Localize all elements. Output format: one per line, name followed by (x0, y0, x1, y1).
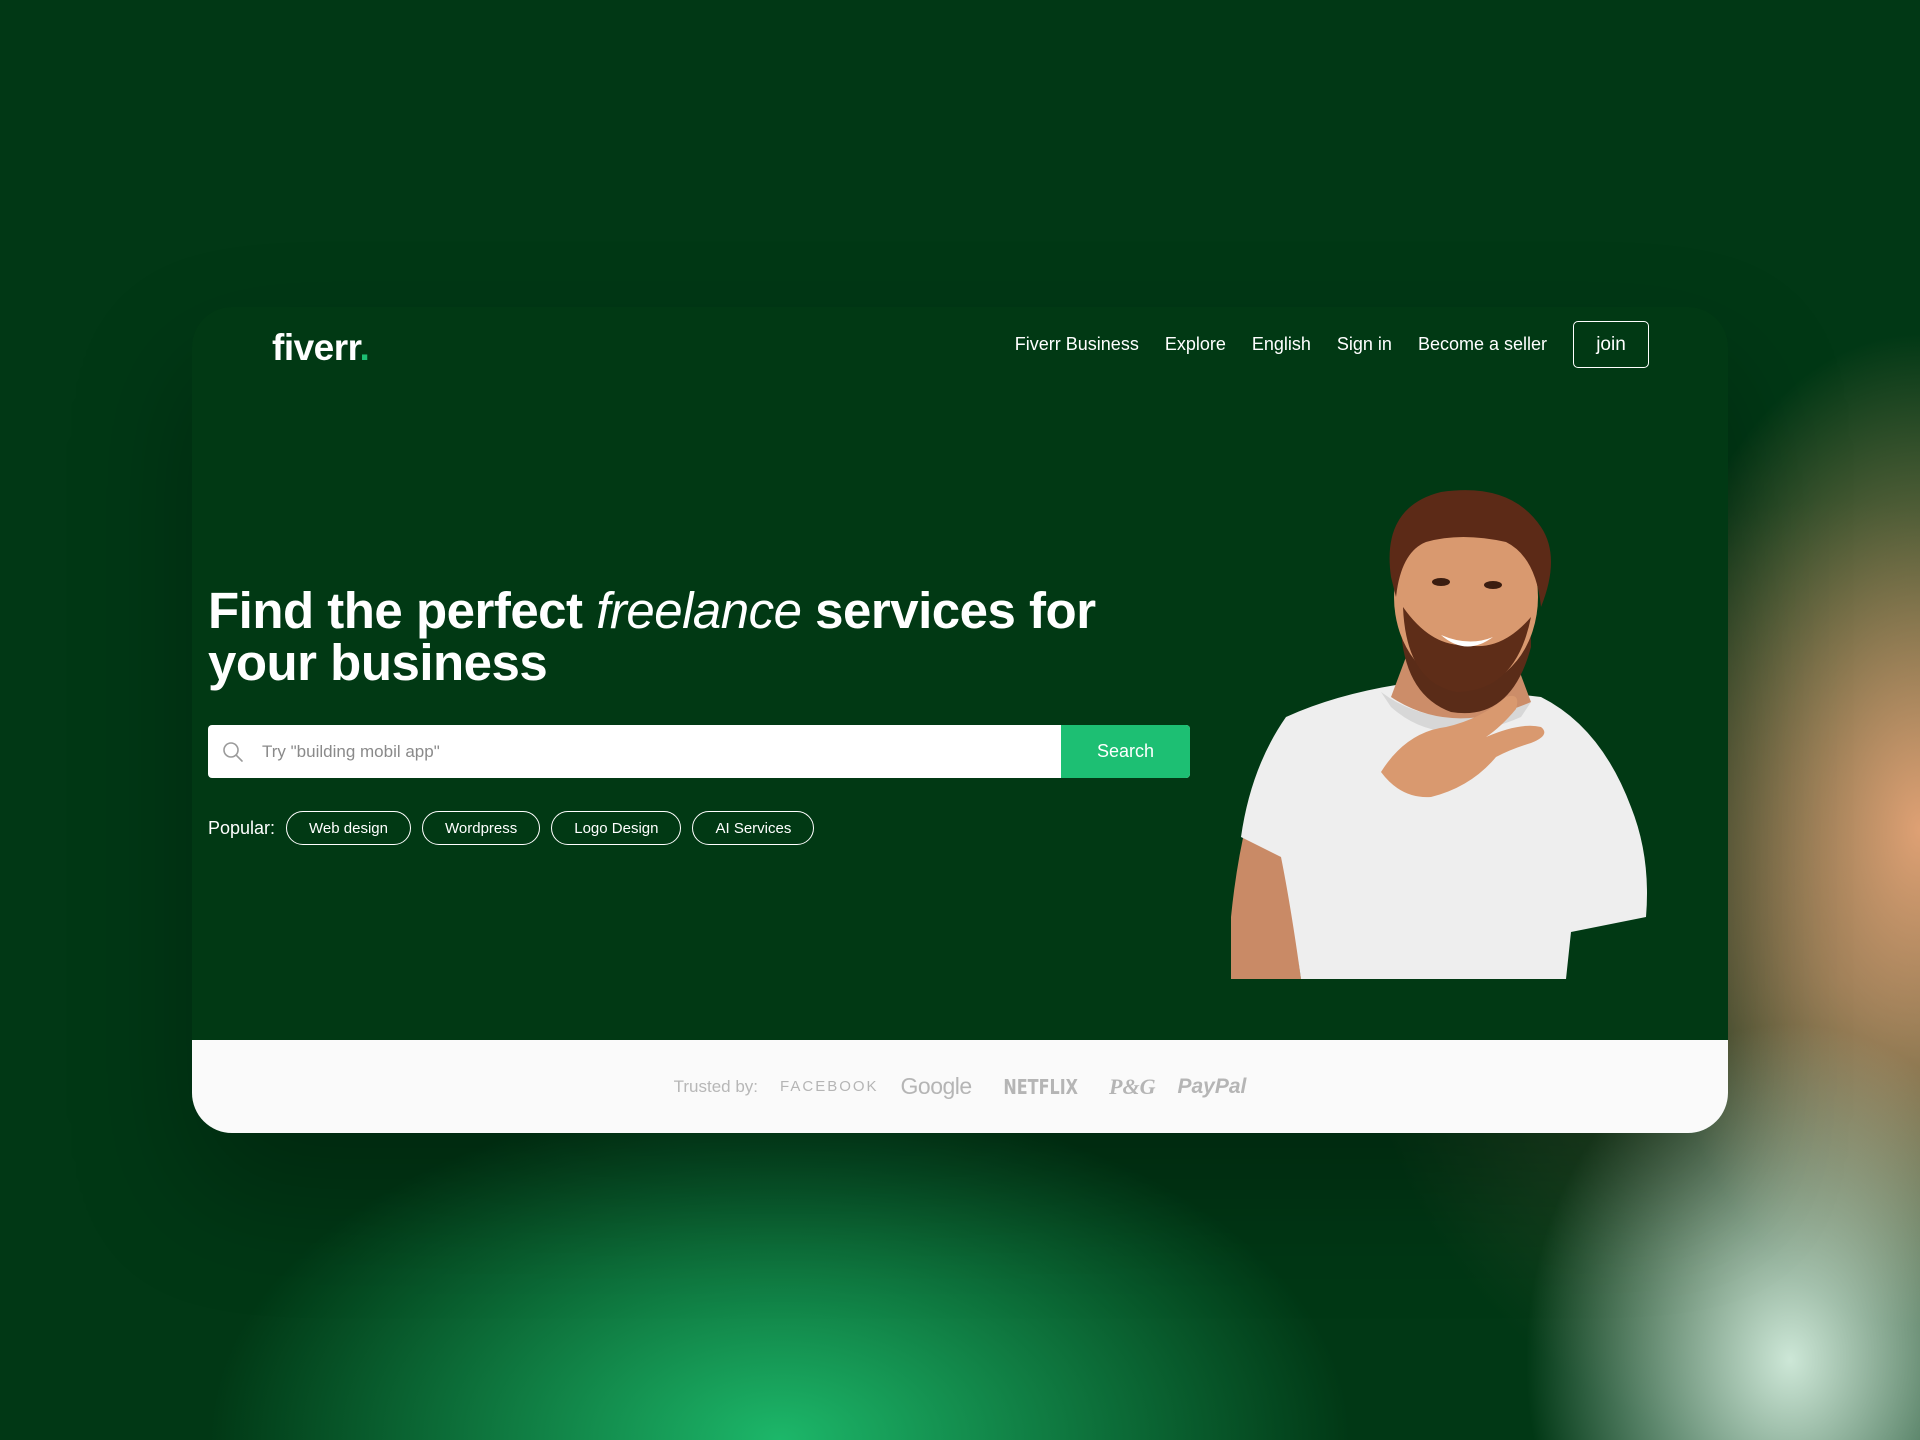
trusted-by-label: Trusted by: (673, 1076, 759, 1096)
popular-searches: Popular: Web design Wordpress Logo Desig… (208, 811, 815, 845)
paypal-logo: PayPal (1177, 1074, 1247, 1098)
hero-section: fiverr. Fiverr Business Explore English … (192, 307, 1728, 1040)
fiverr-homepage-card: fiverr. Fiverr Business Explore English … (192, 307, 1728, 1133)
fiverr-logo[interactable]: fiverr. (272, 327, 370, 369)
netflix-logo: NETFLIX (1003, 1074, 1078, 1099)
popular-label: Popular: (208, 817, 276, 838)
hero-person-image (1231, 490, 1647, 979)
popular-tag-wordpress[interactable]: Wordpress (422, 811, 541, 845)
google-logo: Google (900, 1073, 973, 1099)
search-input[interactable] (258, 725, 1061, 778)
search-button[interactable]: Search (1061, 725, 1190, 778)
headline-part-1: Find the perfect (208, 582, 597, 639)
pg-logo: P&G (1109, 1073, 1156, 1099)
nav-language-english[interactable]: English (1252, 334, 1311, 355)
join-button[interactable]: join (1573, 321, 1649, 368)
trusted-by-bar: Trusted by: FACEBOOK Google NETFLIX P&G … (192, 1040, 1728, 1133)
popular-tag-logo-design[interactable]: Logo Design (551, 811, 682, 845)
nav-become-seller[interactable]: Become a seller (1418, 334, 1547, 355)
nav-sign-in[interactable]: Sign in (1337, 334, 1392, 355)
logo-text: fiverr (272, 327, 360, 368)
hero-headline: Find the perfect freelance services for … (208, 585, 1208, 689)
search-bar: Search (208, 725, 1190, 778)
headline-italic-word: freelance (596, 582, 802, 639)
facebook-logo: FACEBOOK (780, 1078, 879, 1095)
logo-dot: . (359, 327, 370, 368)
top-navigation: Fiverr Business Explore English Sign in … (1015, 321, 1649, 368)
search-icon (208, 725, 258, 778)
nav-explore[interactable]: Explore (1165, 334, 1226, 355)
popular-tag-ai-services[interactable]: AI Services (692, 811, 815, 845)
popular-tag-web-design[interactable]: Web design (286, 811, 411, 845)
nav-fiverr-business[interactable]: Fiverr Business (1015, 334, 1139, 355)
